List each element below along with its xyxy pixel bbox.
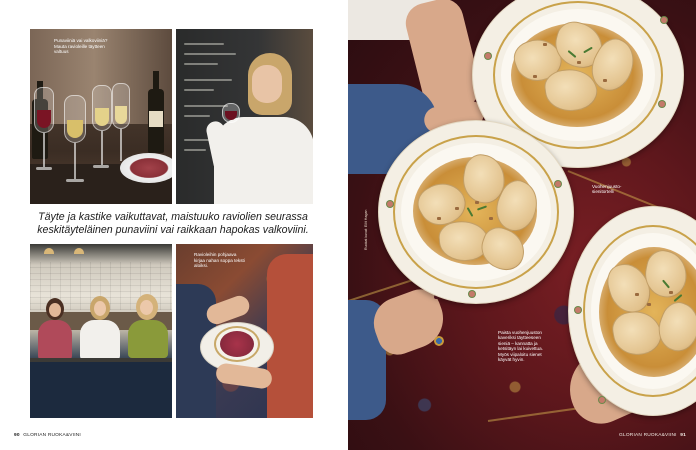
photo-three-women-bar <box>30 244 172 418</box>
pull-quote: Täyte ja kastike vaikuttavat, maistuuko … <box>37 211 309 236</box>
magazine-title-right: GLORIAN RUOKA&VIINI <box>619 433 677 438</box>
caption-bottom-right: Ravioleihin pohjaava kirjaa nahan soppa … <box>194 252 245 269</box>
photo-credit: Ruokat kuvat: Eilit Hagan <box>364 209 368 250</box>
folio-left: 90 GLORIAN RUOKA&VIINI <box>14 433 81 438</box>
left-page: Punaviiniä vai valkoviiniä? Mau­ta ravio… <box>0 0 348 450</box>
wine-bottle-right <box>148 71 164 153</box>
caption-bottom: Paista vuohenjuuston kaveriksi täytteese… <box>498 330 543 363</box>
caption-top-left: Punaviiniä vai valkoviiniä? Mau­ta ravio… <box>54 38 108 55</box>
magazine-title-left: GLORIAN RUOKA&VIINI <box>23 433 81 438</box>
photo-soup-cup: Ravioleihin pohjaava kirjaa nahan soppa … <box>176 244 313 418</box>
beet-soup <box>220 331 254 357</box>
page-number-left: 90 <box>14 433 20 438</box>
page-number-right: 91 <box>680 433 686 438</box>
right-page-photo: Vuohenjuusto-sienitortelli Paista vuohen… <box>348 0 696 450</box>
caption-middle: Vuohenjuusto-sienitortelli <box>592 184 622 195</box>
red-wine-glass <box>222 103 240 123</box>
photo-wine-glasses: Punaviiniä vai valkoviiniä? Mau­ta ravio… <box>30 29 172 204</box>
charcuterie-plate <box>120 153 172 183</box>
magazine-spread: Punaviiniä vai valkoviiniä? Mau­ta ravio… <box>0 0 696 450</box>
photo-woman-tasting <box>176 29 313 204</box>
plate-middle <box>378 120 574 304</box>
folio-right: GLORIAN RUOKA&VIINI 91 <box>619 433 686 438</box>
